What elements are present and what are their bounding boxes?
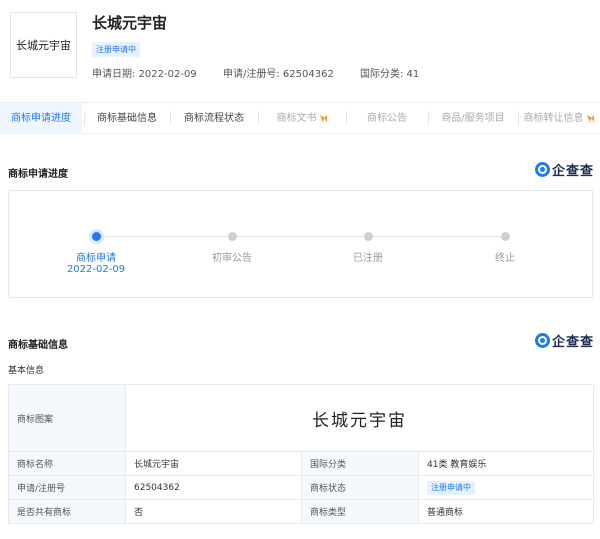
timeline-track: [97, 236, 507, 237]
step-date-application: 2022-02-09: [66, 264, 126, 275]
tab-basic-info[interactable]: 商标基础信息: [86, 103, 168, 134]
trademark-image-cell: 长城元宇宙: [125, 384, 594, 452]
page-title: 长城元宇宙: [92, 14, 168, 32]
table-value: 否: [125, 499, 302, 524]
table-row: 商标名称 长城元宇宙 国际分类 41类 教育娱乐: [8, 451, 594, 476]
vip-icon: [319, 114, 327, 122]
apply-date: 申请日期: 2022-02-09: [92, 69, 197, 80]
progress-section-title: 商标申请进度: [8, 169, 68, 180]
progress-timeline: 商标申请 2022-02-09 初审公告 已注册 终止: [8, 190, 593, 298]
table-label: 商标名称: [8, 451, 126, 476]
registration-number: 申请/注册号: 62504362: [223, 69, 334, 80]
step-dot-application: [92, 232, 101, 241]
tab-transfer-info[interactable]: 商标转让信息: [518, 103, 600, 134]
logo-text: 长城元宇宙: [16, 39, 71, 52]
table-label: 商标类型: [301, 499, 419, 524]
step-label-registered: 已注册: [353, 253, 383, 264]
vip-icon: [586, 114, 594, 122]
table-value: 注册申请中: [418, 475, 594, 500]
table-label: 商标状态: [301, 475, 419, 500]
step-dot-terminated: [501, 232, 510, 241]
trademark-logo: 长城元宇宙: [10, 12, 77, 78]
status-badge: 注册申请中: [427, 480, 475, 495]
basic-info-subtitle: 基本信息: [8, 366, 45, 376]
table-value: 41类 教育娱乐: [418, 451, 594, 476]
table-value: 长城元宇宙: [125, 451, 302, 476]
table-row: 申请/注册号 62504362 商标状态 注册申请中: [8, 475, 594, 500]
table-label: 国际分类: [301, 451, 419, 476]
step-dot-registered: [364, 232, 373, 241]
table-row: 是否共有商标 否 商标类型 普通商标: [8, 499, 594, 524]
tab-goods-services[interactable]: 商品/服务项目: [430, 103, 516, 134]
table-label: 是否共有商标: [8, 499, 126, 524]
qichacha-logo: 企查查: [534, 160, 594, 179]
trademark-image-label: 商标图案: [8, 384, 126, 452]
trademark-image: 长城元宇宙: [312, 410, 407, 431]
table-row: 商标图案 长城元宇宙: [8, 384, 594, 452]
tab-process-status[interactable]: 商标流程状态: [172, 103, 256, 134]
tab-documents[interactable]: 商标文书: [260, 103, 344, 134]
table-label: 申请/注册号: [8, 475, 126, 500]
table-value: 普通商标: [418, 499, 594, 524]
qichacha-icon: [534, 333, 550, 348]
status-badge: 注册申请中: [92, 42, 140, 57]
qichacha-logo: 企查查: [534, 331, 594, 350]
international-class: 国际分类: 41: [360, 69, 420, 80]
tab-application-progress[interactable]: 商标申请进度: [0, 103, 82, 134]
qichacha-icon: [534, 162, 550, 177]
table-value: 62504362: [125, 475, 302, 500]
tab-bar: 商标申请进度 商标基础信息 商标流程状态 商标文书 商标公告 商品/服务项目 商…: [0, 102, 600, 134]
tab-announcements[interactable]: 商标公告: [348, 103, 426, 134]
step-label-terminated: 终止: [495, 253, 515, 264]
basic-info-table: 商标图案 长城元宇宙 商标名称 长城元宇宙 国际分类 41类 教育娱乐 申请/注…: [8, 384, 594, 524]
step-label-preliminary: 初审公告: [212, 253, 252, 264]
basic-info-section-title: 商标基础信息: [8, 340, 68, 351]
step-label-application: 商标申请: [76, 253, 116, 264]
step-dot-preliminary: [228, 232, 237, 241]
